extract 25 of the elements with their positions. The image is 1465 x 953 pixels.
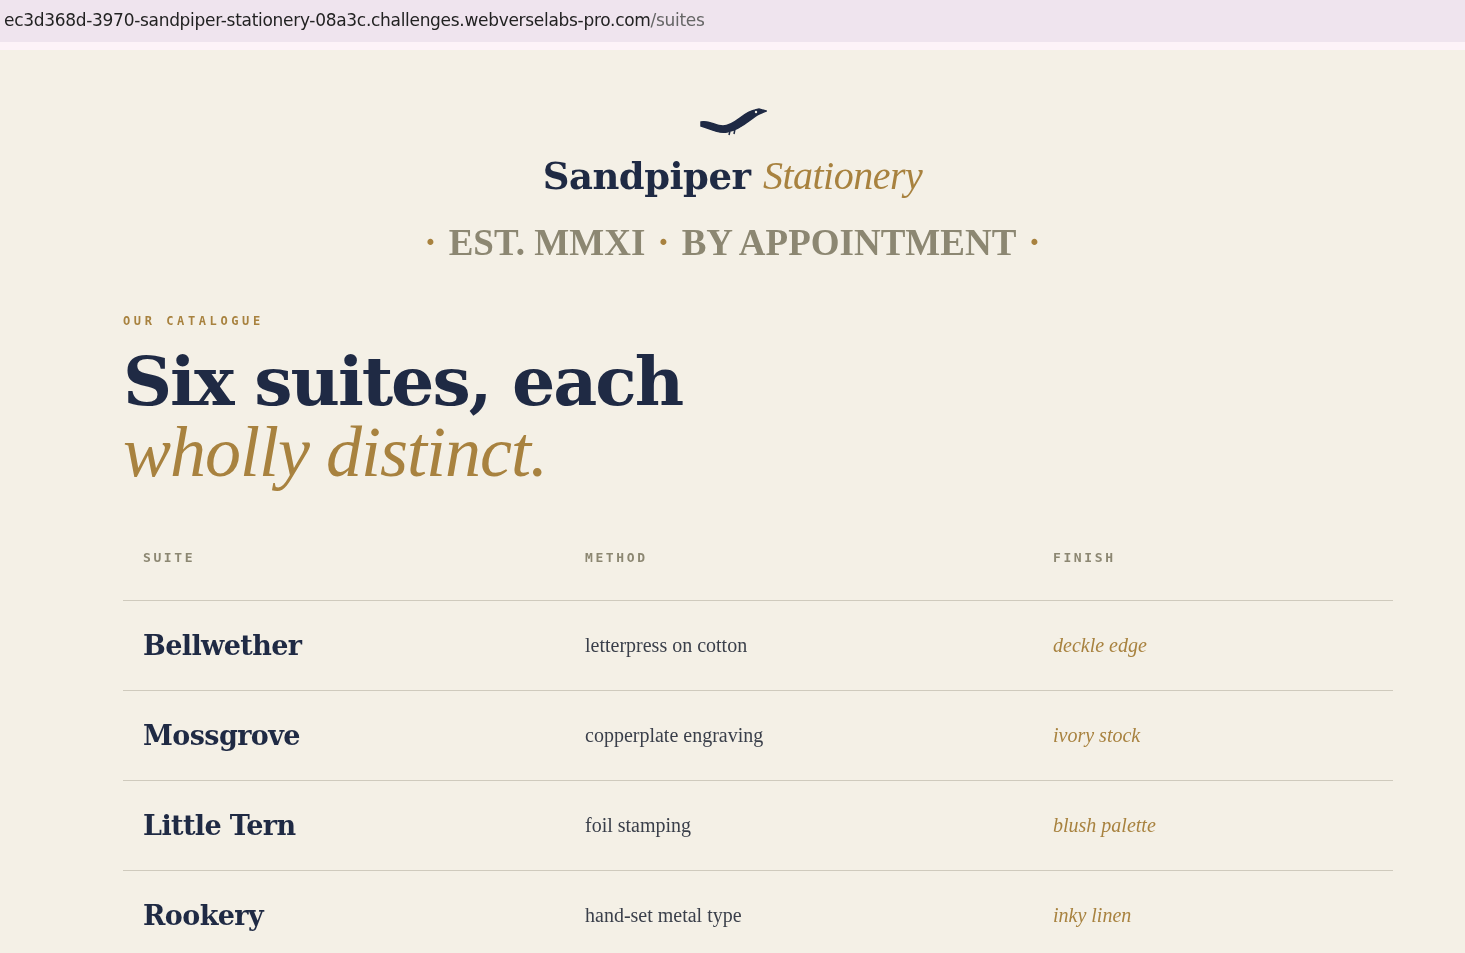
finish-text: deckle edge	[1052, 634, 1147, 657]
suite-name: Mossgrove	[142, 720, 300, 751]
separator-dot: ·	[657, 221, 670, 264]
brand-name: Sandpiper Stationery	[542, 152, 923, 199]
column-header: FINISH	[1052, 550, 1116, 565]
finish-text: inky linen	[1052, 904, 1132, 927]
address-bar-url[interactable]: ec3d368d-3970-sandpiper-stationery-08a3c.challenges.webverselabs-pro.com/suites	[4, 10, 705, 30]
section-kicker: OUR CATALOGUE	[123, 314, 265, 328]
finish-text: ivory stock	[1052, 724, 1141, 747]
finish-text: blush palette	[1052, 814, 1156, 837]
method-text: hand-set metal type	[584, 904, 742, 927]
method-text: foil stamping	[584, 814, 692, 837]
suite-name: Bellwether	[142, 630, 302, 661]
column-header: SUITE	[142, 550, 196, 565]
column-header: METHOD	[584, 550, 648, 565]
separator-dot: ·	[424, 221, 437, 264]
tagline-text: EST. MMXI	[448, 221, 646, 264]
suite-name: Rookery	[142, 900, 264, 931]
tagline-text: BY APPOINTMENT	[681, 221, 1017, 264]
separator-dot: ·	[1028, 221, 1041, 264]
bird-logo-icon	[698, 106, 767, 136]
suite-name: Little Tern	[142, 810, 296, 841]
method-text: letterpress on cotton	[584, 634, 748, 657]
method-text: copperplate engraving	[584, 724, 764, 747]
headline-text: Six suites, each	[123, 346, 683, 416]
